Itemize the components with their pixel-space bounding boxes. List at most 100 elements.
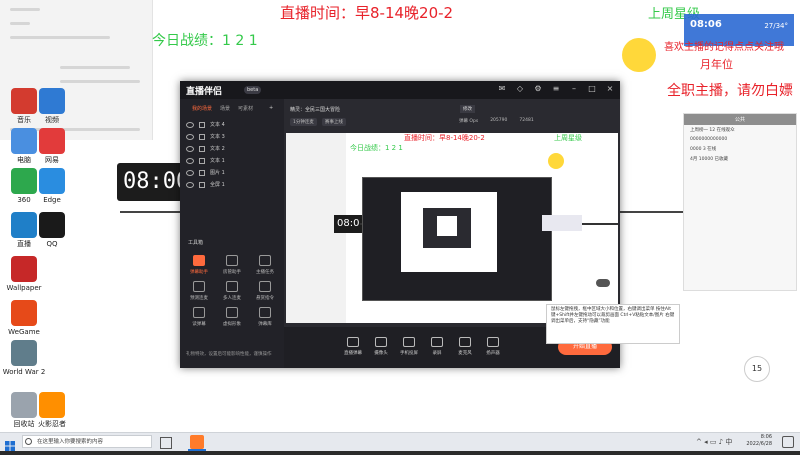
tab-materials[interactable]: 可素材 — [238, 105, 253, 112]
tab-scenes[interactable]: 场景 — [220, 105, 230, 112]
visibility-icon[interactable] — [186, 169, 194, 176]
windows-start-icon[interactable] — [5, 436, 15, 451]
desktop-icon-label: 360 — [17, 196, 31, 204]
desktop-icon[interactable]: 视频 — [30, 88, 74, 124]
settings-icon[interactable]: ⚙ — [534, 85, 542, 93]
scene-label: 文本 4 — [210, 122, 225, 128]
weather-time: 08:06 — [690, 19, 722, 30]
tool-button[interactable]: 读弹幕 — [184, 307, 214, 327]
desktop-icon[interactable]: World War 2 — [2, 340, 46, 376]
lock-icon[interactable] — [199, 169, 205, 176]
tag[interactable]: 1分钟连麦 — [290, 118, 317, 126]
tab-my-scenes[interactable]: 我的场景 — [192, 105, 212, 112]
tool-button[interactable]: 多人连麦 — [217, 281, 247, 301]
tool-icon — [259, 281, 271, 292]
toolbox-label: 工具箱 — [188, 240, 204, 246]
toolbar-icon — [403, 337, 415, 347]
bottom-toolbar-item[interactable]: 直播弹幕 — [338, 337, 368, 356]
pikachu-sticker — [622, 38, 656, 72]
lock-icon[interactable] — [199, 181, 205, 188]
scene-item[interactable]: 文本 2 — [186, 145, 225, 152]
search-icon — [25, 438, 32, 445]
tag[interactable]: 赛事上线 — [321, 118, 346, 126]
desktop-icon-label: Wallpaper — [6, 284, 42, 292]
tool-button[interactable]: 主播任务 — [250, 255, 280, 275]
visibility-icon[interactable] — [186, 145, 194, 152]
tool-label: 预测连麦 — [190, 296, 208, 301]
add-scene-button[interactable]: + — [269, 105, 273, 112]
tool-icon — [226, 281, 238, 292]
minimize-icon[interactable]: – — [570, 85, 578, 93]
toolbar-icon — [375, 337, 387, 347]
scene-item[interactable]: 文本 1 — [186, 157, 225, 164]
bottom-toolbar-item[interactable]: 手机投屏 — [394, 337, 424, 356]
nested-preview — [362, 177, 552, 301]
panel-row: 上周榜一 12 在线观众 — [690, 128, 735, 133]
lock-icon[interactable] — [199, 145, 205, 152]
toolbar-icon — [347, 337, 359, 347]
bottom-toolbar-item[interactable]: 扬声器 — [478, 337, 508, 356]
live-companion-taskbar-icon[interactable] — [190, 435, 204, 449]
mail-icon[interactable]: ✉ — [498, 85, 506, 93]
gift-icon[interactable]: ◇ — [516, 85, 524, 93]
tool-button[interactable]: 悬赏指令 — [250, 281, 280, 301]
toolbar-label: 录屏 — [432, 351, 442, 356]
bottom-toolbar-item[interactable]: 麦克风 — [450, 337, 480, 356]
scene-panel: 我的场景 场景 可素材 + 文本 4 文本 3 文本 2 文本 1 图片 1 全屏 1 工… — [180, 99, 284, 368]
scene-item[interactable]: 全屏 1 — [186, 181, 225, 188]
lock-icon[interactable] — [199, 121, 205, 128]
app-icon — [39, 88, 65, 114]
desktop-icon[interactable]: QQ — [30, 212, 74, 248]
taskbar-clock[interactable]: 8:06 2022/6/28 — [746, 434, 772, 448]
desktop-icon[interactable]: 火影忍者 — [30, 392, 74, 428]
visibility-icon[interactable] — [186, 157, 194, 164]
edit-title-button[interactable]: 修改 — [460, 105, 475, 113]
taskbar-time: 8:06 — [760, 434, 772, 440]
toolbar-label: 手机投屏 — [400, 351, 418, 356]
tool-label: 读弹幕 — [192, 322, 206, 327]
bottom-toolbar-item[interactable]: 摄像头 — [366, 337, 396, 356]
close-icon[interactable]: × — [606, 85, 614, 93]
preview-tooltip: 鼠标左键拖拽，框中区域大小和位置，右键调出菜单 按住Alt键+Shift并左键拖… — [546, 304, 680, 344]
visibility-icon[interactable] — [186, 133, 194, 140]
lock-icon[interactable] — [199, 157, 205, 164]
scene-label: 图片 1 — [210, 170, 225, 176]
app-icon — [39, 128, 65, 154]
today-record-overlay: 今日战绩：1 2 1 — [152, 33, 258, 49]
desktop-icon-label: 视频 — [45, 116, 59, 124]
fulltime-overlay: 全职主播，请勿白嫖 — [667, 83, 793, 99]
lock-icon[interactable] — [199, 133, 205, 140]
tool-button[interactable]: 预测连麦 — [184, 281, 214, 301]
visibility-icon[interactable] — [186, 181, 194, 188]
scene-item[interactable]: 文本 4 — [186, 121, 225, 128]
tool-icon — [193, 307, 205, 318]
panel-row: 0000000000000 — [690, 137, 728, 142]
online-count-badge[interactable]: 15 — [744, 356, 770, 382]
desktop-icon[interactable]: 360 — [2, 168, 46, 204]
title-bar[interactable]: 直播伴侣 beta ✉ ◇ ⚙ ≡ – □ × — [180, 81, 620, 99]
tool-button[interactable]: 弹幕助手 — [184, 255, 214, 275]
toolbar-label: 麦克风 — [458, 351, 472, 356]
desktop-icon[interactable]: Wallpaper — [2, 256, 46, 292]
visibility-icon[interactable] — [186, 121, 194, 128]
desktop-icon[interactable]: 网易 — [30, 128, 74, 164]
task-view-icon[interactable] — [160, 437, 172, 449]
notification-icon[interactable] — [782, 436, 794, 448]
desktop-icon[interactable]: WeGame — [2, 300, 46, 336]
weather-temp: 27/34° — [764, 22, 788, 30]
live-preview[interactable]: 直播时间：早8-14晚20-2 今日战绩：1 2 1 上周星级 08:0 — [286, 133, 618, 323]
tool-button[interactable]: 虚拟形象 — [217, 307, 247, 327]
maximize-icon[interactable]: □ — [588, 85, 596, 93]
scene-item[interactable]: 文本 3 — [186, 133, 225, 140]
app-icon — [11, 168, 37, 194]
menu-icon[interactable]: ≡ — [552, 85, 560, 93]
live-info-panel: 公共 上周榜一 12 在线观众 0000000000000 0000 3 在线 … — [683, 113, 797, 291]
tool-button[interactable]: 弹幕库 — [250, 307, 280, 327]
tool-button[interactable]: 房管助手 — [217, 255, 247, 275]
taskbar-search-input[interactable]: 在这里输入你要搜索的内容 — [22, 435, 152, 448]
bottom-toolbar-item[interactable]: 录屏 — [422, 337, 452, 356]
desktop-icon-label: World War 2 — [2, 368, 46, 376]
scene-item[interactable]: 图片 1 — [186, 169, 225, 176]
desktop-icon-label: 网易 — [45, 156, 59, 164]
tray-icons[interactable]: ^ ◂ ▭ ♪ 中 — [696, 437, 732, 447]
